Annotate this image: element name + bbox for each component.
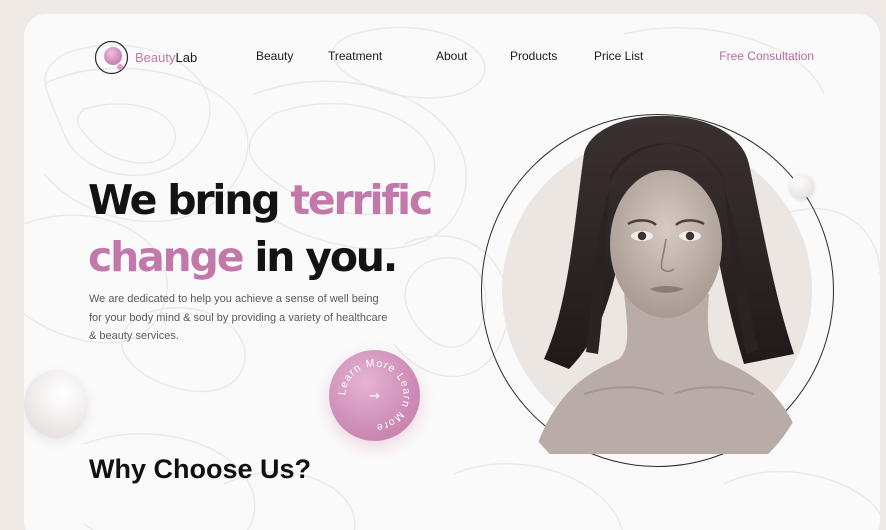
hero-title-line1-pink: terrific: [290, 176, 433, 224]
brand-logo[interactable]: BeautyLab: [94, 40, 197, 75]
page-card: BeautyLab Beauty Treatment About Product…: [24, 14, 880, 530]
main-nav: Beauty Treatment About Products Price Li…: [256, 49, 664, 63]
why-choose-us-heading: Why Choose Us?: [89, 454, 312, 484]
hero-title-line2-pink: change: [88, 233, 245, 281]
portrait-image: [534, 115, 804, 454]
hero-description: We are dedicated to help you achieve a s…: [89, 293, 388, 342]
learn-more-button[interactable]: Learn More Learn More →: [329, 350, 420, 441]
nav-item-treatment[interactable]: Treatment: [328, 49, 436, 63]
nav-item-about[interactable]: About: [436, 49, 510, 63]
hero-title-line1-dark: We bring: [88, 176, 291, 224]
free-consultation-link[interactable]: Free Consultation: [719, 49, 814, 63]
nav-item-beauty[interactable]: Beauty: [256, 49, 328, 63]
decorative-sphere: [24, 370, 88, 438]
brand-name: BeautyLab: [135, 50, 198, 65]
hero-title-line2-dark: in you.: [242, 233, 398, 281]
nav-item-price-list[interactable]: Price List: [594, 49, 664, 63]
nav-item-products[interactable]: Products: [510, 49, 594, 63]
logo-circle-icon: [94, 40, 129, 75]
decorative-bead: [790, 174, 814, 198]
arrow-right-icon: →: [369, 389, 380, 404]
hero-title: We bring terrific change in you.: [88, 172, 433, 286]
